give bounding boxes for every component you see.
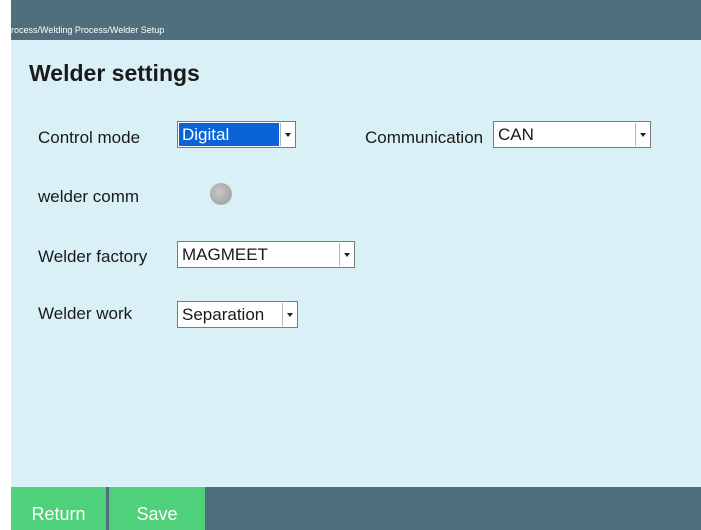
welder-comm-label: welder comm — [38, 187, 140, 206]
page-title: Welder settings — [29, 60, 200, 86]
save-button[interactable]: Save — [109, 487, 205, 530]
chevron-down-icon[interactable] — [280, 123, 294, 146]
control-mode-value: Digital — [179, 123, 279, 146]
welder-work-select[interactable]: Separation — [177, 301, 298, 328]
chevron-down-icon[interactable] — [339, 243, 353, 266]
control-mode-select[interactable]: Digital — [177, 121, 296, 148]
chevron-down-icon[interactable] — [282, 303, 296, 326]
control-mode-label: Control mode — [38, 128, 141, 147]
welder-factory-value: MAGMEET — [182, 245, 268, 264]
communication-select[interactable]: CAN — [493, 121, 651, 148]
window-top-edge — [11, 0, 701, 11]
return-button[interactable]: Return — [11, 487, 106, 530]
chevron-down-icon[interactable] — [635, 123, 649, 146]
communication-label: Communication — [365, 128, 484, 147]
welder-factory-label: Welder factory — [38, 247, 148, 266]
welder-work-value: Separation — [182, 305, 265, 324]
footer-bar: Return Save — [11, 487, 701, 530]
welder-factory-select[interactable]: MAGMEET — [177, 241, 355, 268]
window-left-edge — [0, 0, 11, 530]
breadcrumb-bar: rocess/Welding Process/Welder Setup — [11, 11, 701, 40]
welder-work-label: Welder work — [38, 304, 133, 323]
breadcrumb: rocess/Welding Process/Welder Setup — [11, 25, 165, 35]
communication-value: CAN — [498, 125, 534, 144]
settings-panel: Welder settings Control mode Digital Com… — [11, 40, 701, 487]
welder-comm-status-indicator — [210, 183, 232, 205]
